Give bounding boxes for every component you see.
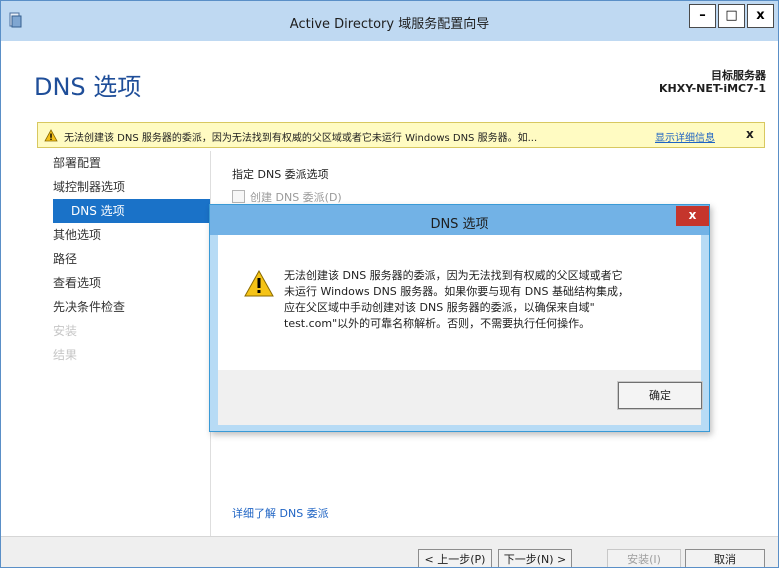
title-bar: Active Directory 域服务配置向导 – □ x (1, 1, 778, 41)
nav-item-dc-options[interactable]: 域控制器选项 (1, 175, 210, 199)
wizard-footer: < 上一步(P) 下一步(N) > 安装(I) 取消 (1, 536, 778, 567)
learn-more-link[interactable]: 详细了解 DNS 委派 (232, 505, 329, 521)
target-server-name: KHXY-NET-iMC7-1 (659, 82, 766, 95)
nav-item-dns-options[interactable]: DNS 选项 (53, 199, 210, 223)
dialog-frame-right (701, 235, 709, 425)
cancel-button[interactable]: 取消 (685, 549, 765, 567)
dialog-title-bar: DNS 选项 x (210, 205, 709, 235)
next-button[interactable]: 下一步(N) > (498, 549, 572, 567)
dialog-body: 无法创建该 DNS 服务器的委派，因为无法找到有权威的父区域或者它 未运行 Wi… (218, 235, 701, 370)
warning-text: 无法创建该 DNS 服务器的委派，因为无法找到有权威的父区域或者它未运行 Win… (64, 133, 538, 144)
nav-item-deployment[interactable]: 部署配置 (1, 151, 210, 175)
warning-triangle-icon (44, 129, 58, 142)
nav-item-install: 安装 (53, 324, 78, 338)
warning-triangle-icon (244, 270, 274, 297)
nav-item-results: 结果 (53, 348, 78, 362)
show-details-link[interactable]: 显示详细信息 (655, 129, 715, 144)
install-button: 安装(I) (607, 549, 681, 567)
dialog-footer: 确定 (218, 370, 703, 425)
nav-item-paths[interactable]: 路径 (1, 247, 210, 271)
minimize-button[interactable]: – (689, 4, 716, 28)
nav-item-prerequisites[interactable]: 先决条件检查 (1, 295, 210, 319)
window-title: Active Directory 域服务配置向导 (289, 17, 490, 32)
dialog-message-line: test.com"以外的可靠名称解析。否则，不需要执行任何操作。 (284, 317, 591, 330)
nav-item-review[interactable]: 查看选项 (1, 271, 210, 295)
previous-button[interactable]: < 上一步(P) (418, 549, 492, 567)
section-label: 指定 DNS 委派选项 (232, 168, 329, 181)
dns-delegation-checkbox[interactable]: 创建 DNS 委派(D) (232, 189, 342, 205)
dialog-frame-left (210, 235, 218, 425)
checkbox-label: 创建 DNS 委派(D) (250, 191, 342, 204)
dialog-message-line: 应在父区域中手动创建对该 DNS 服务器的委派，以确保来自域" (284, 301, 595, 314)
dialog-message-line: 无法创建该 DNS 服务器的委派，因为无法找到有权威的父区域或者它 (284, 269, 623, 282)
warning-bar: 无法创建该 DNS 服务器的委派，因为无法找到有权威的父区域或者它未运行 Win… (37, 122, 765, 148)
dialog-close-button[interactable]: x (676, 206, 709, 226)
page-title: DNS 选项 (34, 73, 142, 101)
dialog-title: DNS 选项 (430, 217, 489, 232)
dialog-message: 无法创建该 DNS 服务器的委派，因为无法找到有权威的父区域或者它 未运行 Wi… (284, 268, 684, 332)
warning-close-button[interactable]: x (746, 127, 754, 141)
nav-item-other-options[interactable]: 其他选项 (1, 223, 210, 247)
maximize-button[interactable]: □ (718, 4, 745, 28)
wizard-window: Active Directory 域服务配置向导 – □ x DNS 选项 目标… (0, 0, 779, 568)
dialog-frame-bottom (210, 425, 709, 431)
wizard-nav: 部署配置 域控制器选项 DNS 选项 其他选项 路径 查看选项 先决条件检查 安… (1, 151, 210, 367)
dns-options-dialog: DNS 选项 x 无法创建该 DNS 服务器的委派，因为无法找到有权威的父区域或… (209, 204, 710, 432)
target-server-label: 目标服务器 (711, 69, 766, 82)
ok-button[interactable]: 确定 (617, 381, 703, 410)
checkbox-box[interactable] (232, 190, 245, 203)
dialog-message-line: 未运行 Windows DNS 服务器。如果你要与现有 DNS 基础结构集成， (284, 285, 629, 298)
close-button[interactable]: x (747, 4, 774, 28)
